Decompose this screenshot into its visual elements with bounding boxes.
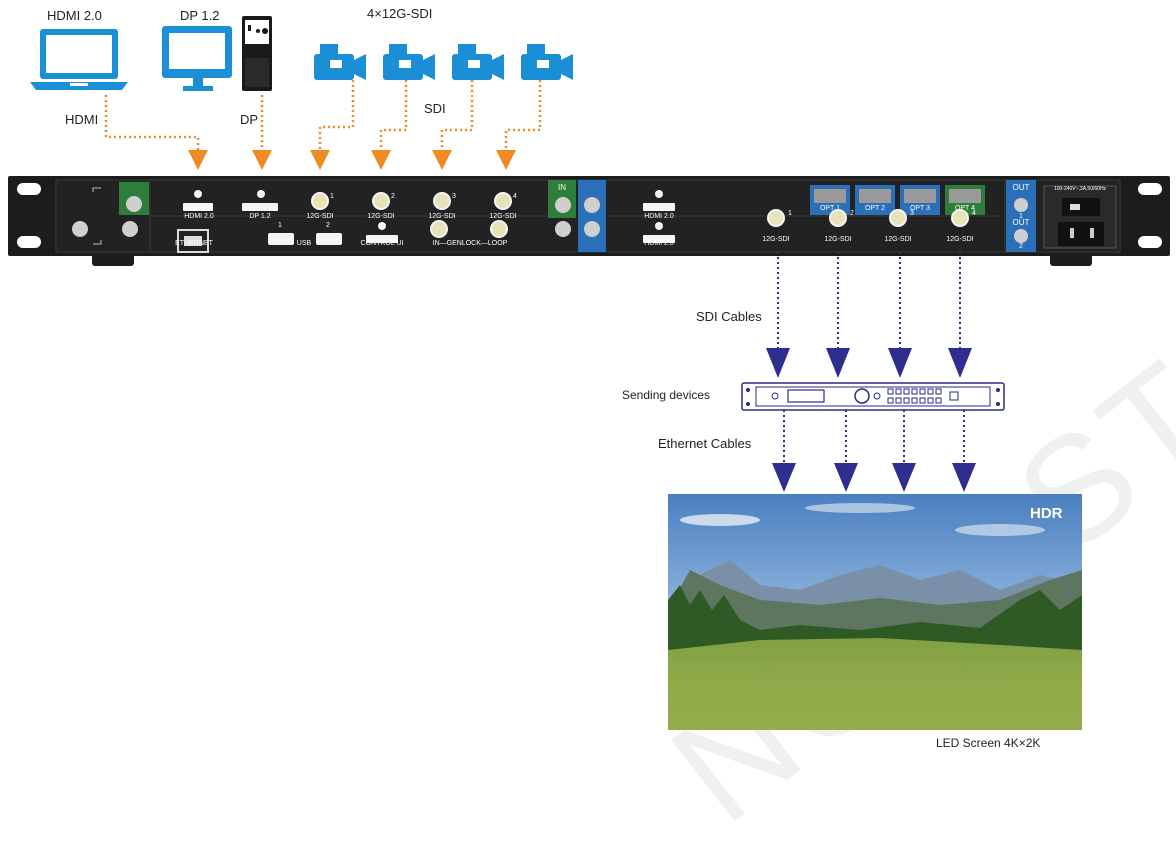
arrow-icon (772, 463, 796, 492)
port-label: 12G-SDI (428, 213, 456, 220)
port-number: 1 (788, 210, 792, 217)
hdr-label: HDR (1030, 505, 1063, 522)
arrow-icon (892, 463, 916, 492)
port-number: 2 (850, 210, 854, 217)
opt-port-label: OPT 3 (909, 205, 931, 212)
arrow-icon (766, 348, 790, 378)
port-number: 1 (278, 222, 282, 229)
port-number: 1 (330, 193, 334, 200)
sending-devices-label: Sending devices (622, 388, 711, 402)
arrow-icon (496, 150, 516, 170)
port-number: 2 (391, 193, 395, 200)
arrow-icon (310, 150, 330, 170)
arrow-icon (371, 150, 391, 170)
sdi-output-cables (777, 252, 961, 350)
opt-port-label: OPT 1 (819, 205, 841, 212)
sdi-cable-2 (379, 80, 408, 152)
port-label: ETHERNET (175, 240, 213, 247)
port-label: 12G-SDI (824, 236, 852, 243)
port-label: IN—GENLOCK—LOOP (432, 240, 508, 247)
desktop-monitor-icon (162, 26, 232, 91)
camera-icon (314, 44, 366, 80)
port-number: 2 (326, 222, 330, 229)
port-label: 12G-SDI (306, 213, 334, 220)
led-screen-label: LED Screen 4K×2K (936, 736, 1041, 750)
port-label: USB (296, 240, 312, 247)
rack-panel (8, 176, 1170, 266)
sdi-cable-label: SDI (424, 101, 446, 116)
pc-tower-icon (242, 16, 272, 91)
arrow-icon (188, 150, 208, 170)
camera-icon (452, 44, 504, 80)
dp12-source-label: DP 1.2 (180, 8, 220, 23)
port-number: 4 (972, 210, 976, 217)
sdi-cable-4 (504, 80, 542, 152)
port-number: 3 (452, 193, 456, 200)
port-label: DP 1.2 (249, 213, 271, 220)
sdi-cable-3 (440, 80, 474, 152)
port-label: 12G-SDI (946, 236, 974, 243)
port-label: 12G-SDI (489, 213, 517, 220)
sending-device-icon (741, 382, 1005, 411)
port-label: HDMI 2.0 (644, 240, 674, 247)
dp-cable-label: DP (240, 112, 259, 127)
in-label: IN (558, 183, 566, 192)
laptop-icon (30, 29, 128, 90)
arrow-icon (826, 348, 850, 378)
power-spec-label: 100-240V~,3A,50/60Hz (1053, 186, 1107, 192)
port-label: 12G-SDI (884, 236, 912, 243)
port-label: HDMI 2.0 (644, 213, 674, 220)
sdi-count-label: 4×12G-SDI (367, 6, 433, 21)
camera-icon (383, 44, 435, 80)
input-cables (104, 80, 542, 152)
port-number: 4 (513, 193, 517, 200)
input-arrows (188, 150, 516, 170)
port-label: CONTROL UI (360, 240, 404, 247)
camera-icon (521, 44, 573, 80)
port-number: 3 (910, 210, 914, 217)
port-label: 12G-SDI (367, 213, 395, 220)
sdi-output-arrows (766, 348, 972, 378)
ethernet-cables-label: Ethernet Cables (658, 436, 752, 451)
port-label: HDMI 2.0 (184, 213, 214, 220)
ethernet-cables (783, 410, 965, 465)
sdi-cables-label: SDI Cables (696, 309, 762, 324)
opt-port-label: OPT 4 (954, 205, 976, 212)
sdi-cable-1 (318, 80, 355, 152)
arrow-icon (432, 150, 452, 170)
arrow-icon (888, 348, 912, 378)
out-label: OUT (1012, 183, 1030, 192)
arrow-icon (952, 463, 976, 492)
led-screen-image (668, 494, 1082, 730)
arrow-icon (948, 348, 972, 378)
diagram-graphics (8, 16, 1170, 730)
diagram: NOVASTAR TECH CO., LTD. (0, 0, 1176, 854)
arrow-icon (834, 463, 858, 492)
arrow-icon (252, 150, 272, 170)
port-label: 12G-SDI (762, 236, 790, 243)
hdmi20-source-label: HDMI 2.0 (47, 8, 102, 23)
opt-port-label: OPT 2 (864, 205, 886, 212)
hdmi-cable (104, 95, 200, 152)
out-number: 2 (1019, 243, 1023, 250)
out-label: OUT (1012, 218, 1030, 227)
ethernet-arrows (772, 463, 976, 492)
hdmi-cable-label: HDMI (65, 112, 99, 127)
